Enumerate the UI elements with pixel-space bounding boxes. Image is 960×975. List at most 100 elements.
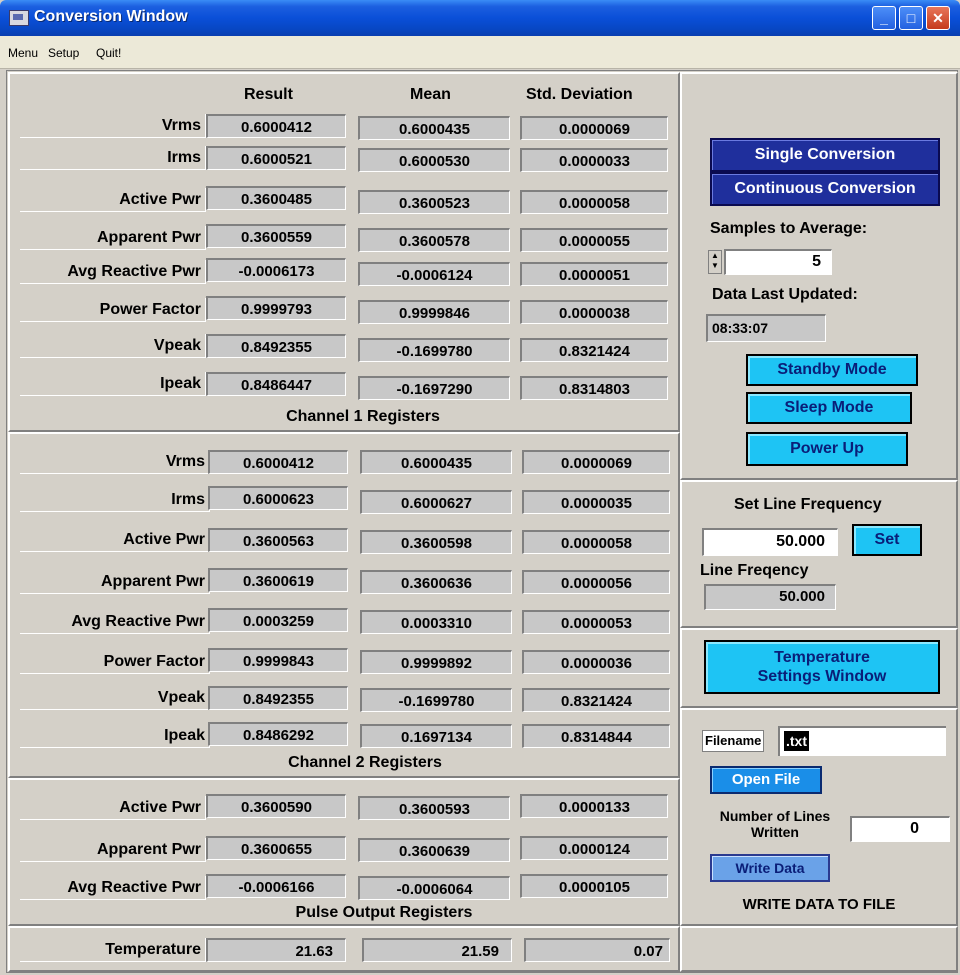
result-value: 0.9999793 — [206, 296, 346, 320]
std-value: 0.0000055 — [520, 228, 668, 252]
result-value: 0.8492355 — [206, 334, 346, 358]
mean-value: -0.1699780 — [360, 688, 512, 712]
std-value: 0.0000069 — [522, 450, 670, 474]
row-label: Vrms — [20, 450, 210, 474]
blank-panel — [680, 926, 958, 972]
lines-written-label: Number of Lines Written — [700, 808, 850, 840]
std-value: 0.0000036 — [522, 650, 670, 674]
close-button[interactable]: ✕ — [926, 6, 950, 30]
filename-value: .txt — [784, 731, 809, 751]
title-bar[interactable]: Conversion Window _ □ ✕ — [0, 0, 960, 36]
row-label: Active Pwr — [20, 796, 206, 820]
std-value: 0.0000069 — [520, 116, 668, 140]
row-label: Ipeak — [20, 372, 206, 396]
line-frequency-readout-label: Line Freqency — [700, 562, 809, 579]
row-label: Irms — [20, 146, 206, 170]
channel1-title: Channel 1 Registers — [286, 408, 440, 425]
result-value: 0.3600485 — [206, 186, 346, 210]
result-value: -0.0006166 — [206, 874, 346, 898]
temperature-settings-line1: Temperature — [774, 649, 870, 666]
std-value: 0.0000051 — [520, 262, 668, 286]
menu-menu[interactable]: Menu — [8, 46, 38, 60]
temperature-mean: 21.59 — [362, 938, 512, 962]
minimize-icon: _ — [880, 10, 888, 26]
single-conversion-button[interactable]: Single Conversion — [710, 138, 940, 172]
mean-value: 0.9999846 — [358, 300, 510, 324]
row-label: Avg Reactive Pwr — [20, 876, 206, 900]
std-value: 0.0000038 — [520, 300, 668, 324]
line-frequency-input[interactable]: 50.000 — [702, 528, 838, 556]
conversion-window: Conversion Window _ □ ✕ Menu Setup Quit!… — [0, 0, 960, 975]
row-label: Apparent Pwr — [20, 838, 206, 862]
menu-bar: Menu Setup Quit! — [0, 36, 960, 69]
mean-value: -0.0006124 — [358, 262, 510, 286]
write-data-button[interactable]: Write Data — [710, 854, 830, 882]
standby-mode-button[interactable]: Standby Mode — [746, 354, 918, 386]
row-label: Active Pwr — [20, 188, 206, 212]
filename-input[interactable]: .txt — [778, 726, 946, 756]
row-label: Apparent Pwr — [20, 226, 206, 250]
mean-value: 0.1697134 — [360, 724, 512, 748]
std-value: 0.0000124 — [520, 836, 668, 860]
close-icon: ✕ — [932, 10, 944, 26]
mean-value: 0.6000530 — [358, 148, 510, 172]
samples-input[interactable]: 5 — [724, 249, 832, 275]
lines-written-value: 0 — [850, 816, 950, 842]
result-value: 0.6000412 — [206, 114, 346, 138]
column-header-result: Result — [244, 86, 293, 103]
std-value: 0.0000105 — [520, 874, 668, 898]
temperature-label: Temperature — [20, 938, 206, 962]
set-frequency-button[interactable]: Set — [852, 524, 922, 556]
set-line-frequency-label: Set Line Frequency — [734, 496, 882, 513]
result-value: 0.0003259 — [208, 608, 348, 632]
std-value: 0.8314844 — [522, 724, 670, 748]
std-value: 0.8314803 — [520, 376, 668, 400]
std-value: 0.0000056 — [522, 570, 670, 594]
spinner-down-icon[interactable]: ▼ — [709, 261, 721, 271]
std-value: 0.8321424 — [520, 338, 668, 362]
row-label: Power Factor — [20, 298, 206, 322]
mean-value: 0.6000627 — [360, 490, 512, 514]
mean-value: 0.3600593 — [358, 796, 510, 820]
result-value: 0.6000521 — [206, 146, 346, 170]
samples-spinner[interactable]: ▲ ▼ — [708, 250, 722, 274]
open-file-button[interactable]: Open File — [710, 766, 822, 794]
sleep-mode-button[interactable]: Sleep Mode — [746, 392, 912, 424]
temperature-settings-line2: Settings Window — [757, 668, 887, 685]
result-value: 0.9999843 — [208, 648, 348, 672]
minimize-button[interactable]: _ — [872, 6, 896, 30]
row-label: Active Pwr — [20, 528, 210, 552]
lines-written-label-2: Written — [751, 824, 799, 840]
data-updated-label: Data Last Updated: — [712, 286, 858, 303]
window-title: Conversion Window — [34, 8, 188, 25]
line-frequency-readout: 50.000 — [704, 584, 836, 610]
result-value: 0.6000623 — [208, 486, 348, 510]
power-up-button[interactable]: Power Up — [746, 432, 908, 466]
mean-value: 0.3600523 — [358, 190, 510, 214]
result-value: 0.6000412 — [208, 450, 348, 474]
write-data-caption: WRITE DATA TO FILE — [742, 896, 896, 913]
mean-value: 0.3600639 — [358, 838, 510, 862]
app-icon — [9, 10, 29, 26]
result-value: 0.3600563 — [208, 528, 348, 552]
mean-value: 0.0003310 — [360, 610, 512, 634]
continuous-conversion-button[interactable]: Continuous Conversion — [710, 172, 940, 206]
mean-value: -0.1699780 — [358, 338, 510, 362]
menu-setup[interactable]: Setup — [48, 46, 79, 60]
temperature-settings-button[interactable]: Temperature Settings Window — [704, 640, 940, 694]
pulse-title: Pulse Output Registers — [295, 904, 473, 921]
spinner-up-icon[interactable]: ▲ — [709, 251, 721, 261]
channel2-title: Channel 2 Registers — [288, 754, 442, 771]
row-label: Vpeak — [20, 686, 210, 710]
std-value: 0.0000035 — [522, 490, 670, 514]
filename-label: Filename — [702, 730, 765, 752]
std-value: 0.0000058 — [520, 190, 668, 214]
lines-written-label-1: Number of Lines — [719, 808, 831, 824]
samples-label: Samples to Average: — [710, 220, 868, 237]
maximize-button[interactable]: □ — [899, 6, 923, 30]
std-value: 0.8321424 — [522, 688, 670, 712]
row-label: Irms — [20, 488, 210, 512]
mean-value: -0.0006064 — [358, 876, 510, 900]
std-value: 0.0000033 — [520, 148, 668, 172]
menu-quit[interactable]: Quit! — [96, 46, 121, 60]
